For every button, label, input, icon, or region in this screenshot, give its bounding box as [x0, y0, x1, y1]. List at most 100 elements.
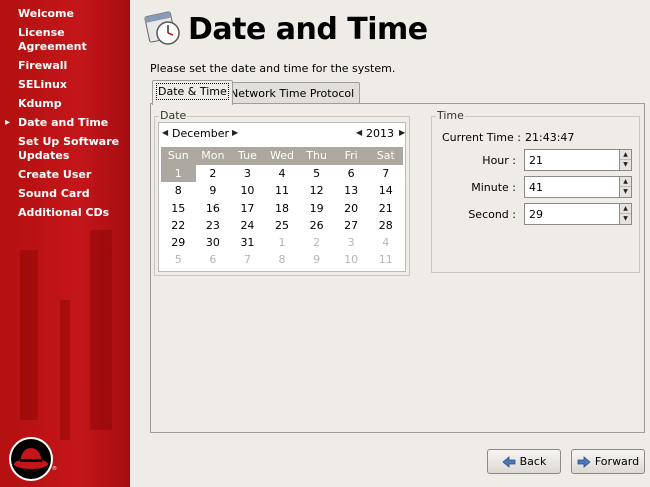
calendar-day[interactable]: 14: [368, 182, 403, 199]
calendar-day[interactable]: 8: [161, 182, 196, 199]
calendar-day[interactable]: 4: [265, 165, 300, 182]
calendar-day[interactable]: 10: [230, 182, 265, 199]
calendar-week-row: 8 9 10 11 12 13 14: [161, 182, 403, 199]
calendar-day[interactable]: 2: [299, 234, 334, 251]
minute-label: Minute :: [471, 181, 516, 194]
sidebar-item-create-user: Create User: [18, 168, 92, 181]
sidebar-item-welcome: Welcome: [18, 7, 74, 20]
current-time-label: Current Time :: [442, 131, 521, 144]
calendar-day[interactable]: 1: [265, 234, 300, 251]
calendar-day[interactable]: 18: [265, 200, 300, 217]
sidebar-item-kdump: Kdump: [18, 97, 62, 110]
calendar-day[interactable]: 30: [196, 234, 231, 251]
sidebar-decoration: [60, 300, 70, 440]
calendar-day[interactable]: 4: [368, 234, 403, 251]
calendar-clock-icon: [144, 11, 180, 45]
spin-up-icon[interactable]: ▲: [620, 150, 631, 160]
back-button-label: Back: [519, 455, 547, 468]
calendar-day[interactable]: 20: [334, 200, 369, 217]
tab-label: Date & Time: [156, 83, 229, 100]
weekday-label: Tue: [238, 149, 257, 162]
calendar-week-row: 29 30 31 1 2 3 4: [161, 234, 403, 251]
calendar-day[interactable]: 10: [334, 251, 369, 268]
weekday-label: Sat: [376, 149, 395, 162]
calendar-day[interactable]: 22: [161, 217, 196, 234]
spin-down-icon[interactable]: ▼: [620, 214, 631, 224]
calendar-day[interactable]: 11: [265, 182, 300, 199]
sidebar-item-date-and-time: Date and Time: [0, 114, 130, 132]
weekday-label: Wed: [270, 149, 295, 162]
calendar-day[interactable]: 15: [161, 200, 196, 217]
spin-up-icon[interactable]: ▲: [620, 177, 631, 187]
calendar-day[interactable]: 1: [161, 165, 196, 183]
second-value: 29: [529, 208, 543, 221]
date-frame-label: Date: [159, 109, 188, 122]
back-button[interactable]: Back: [487, 449, 561, 474]
calendar-week-row: 5 6 7 8 9 10 11: [161, 251, 403, 268]
sidebar: Welcome License Agreement Firewall SELin…: [0, 0, 130, 487]
calendar-week-row: 22 23 24 25 26 27 28: [161, 217, 403, 234]
calendar-weeks: 1 2 3 4 5 6 7 8 9 10 11 12 13 14 15 16 17 18 19 20 21 22 23 24 2…: [161, 165, 403, 269]
calendar-day[interactable]: 17: [230, 200, 265, 217]
calendar-day[interactable]: 12: [299, 182, 334, 199]
weekday-header-row: Sun Mon Tue Wed Thu Fri Sat: [161, 147, 403, 165]
calendar-day[interactable]: 13: [334, 182, 369, 199]
weekday-label: Thu: [306, 149, 327, 162]
spin-down-icon[interactable]: ▼: [620, 160, 631, 170]
hour-value: 21: [529, 154, 543, 167]
tab-network-time-protocol[interactable]: Network Time Protocol: [224, 82, 361, 104]
calendar-day[interactable]: 23: [196, 217, 231, 234]
calendar-day[interactable]: 8: [265, 251, 300, 268]
calendar-day[interactable]: 7: [230, 251, 265, 268]
calendar-day[interactable]: 19: [299, 200, 334, 217]
back-arrow-icon: [502, 455, 516, 468]
redhat-logo: [9, 437, 53, 481]
calendar-day[interactable]: 5: [299, 165, 334, 182]
sidebar-steps: Welcome License Agreement Firewall SELin…: [0, 5, 130, 223]
calendar-day[interactable]: 26: [299, 217, 334, 234]
calendar-day[interactable]: 11: [368, 251, 403, 268]
next-month-arrow-icon[interactable]: ▶: [232, 128, 238, 137]
sidebar-item-selinux: SELinux: [18, 78, 67, 91]
spin-down-icon[interactable]: ▼: [620, 187, 631, 197]
calendar-day[interactable]: 16: [196, 200, 231, 217]
calendar-day[interactable]: 27: [334, 217, 369, 234]
sidebar-item-firewall: Firewall: [18, 59, 68, 72]
tab-date-and-time[interactable]: Date & Time: [152, 80, 233, 105]
next-year-arrow-icon[interactable]: ▶: [399, 128, 405, 137]
calendar-day[interactable]: 3: [334, 234, 369, 251]
sidebar-decoration: [20, 250, 38, 420]
calendar-day[interactable]: 9: [196, 182, 231, 199]
year-label: 2013: [366, 127, 394, 140]
calendar-day[interactable]: 24: [230, 217, 265, 234]
calendar-day[interactable]: 21: [368, 200, 403, 217]
sidebar-item-sound-card: Sound Card: [18, 187, 90, 200]
calendar-day[interactable]: 28: [368, 217, 403, 234]
calendar-day[interactable]: 31: [230, 234, 265, 251]
calendar-day[interactable]: 6: [334, 165, 369, 182]
hour-spinbutton[interactable]: 21 ▲ ▼: [524, 149, 632, 171]
calendar-day[interactable]: 29: [161, 234, 196, 251]
calendar-header: ◀ December ▶ ◀ 2013 ▶: [159, 123, 405, 143]
calendar-day[interactable]: 6: [196, 251, 231, 268]
calendar-day[interactable]: 5: [161, 251, 196, 268]
calendar-day[interactable]: 9: [299, 251, 334, 268]
prev-year-arrow-icon[interactable]: ◀: [356, 128, 362, 137]
prev-month-arrow-icon[interactable]: ◀: [162, 128, 168, 137]
calendar-day[interactable]: 2: [196, 165, 231, 182]
forward-button[interactable]: Forward: [571, 449, 645, 474]
forward-arrow-icon: [577, 455, 591, 468]
registered-mark: ®: [52, 466, 57, 472]
second-spinbutton[interactable]: 29 ▲ ▼: [524, 203, 632, 225]
month-label: December: [172, 127, 230, 140]
calendar-day[interactable]: 7: [368, 165, 403, 182]
tab-label: Network Time Protocol: [230, 87, 355, 100]
minute-value: 41: [529, 181, 543, 194]
second-label: Second :: [468, 208, 516, 221]
minute-spinbutton[interactable]: 41 ▲ ▼: [524, 176, 632, 198]
spin-up-icon[interactable]: ▲: [620, 204, 631, 214]
sidebar-item-software-updates: Set Up Software Updates: [18, 135, 120, 162]
calendar-day[interactable]: 3: [230, 165, 265, 182]
calendar-week-row: 1234567: [161, 165, 403, 183]
calendar-day[interactable]: 25: [265, 217, 300, 234]
